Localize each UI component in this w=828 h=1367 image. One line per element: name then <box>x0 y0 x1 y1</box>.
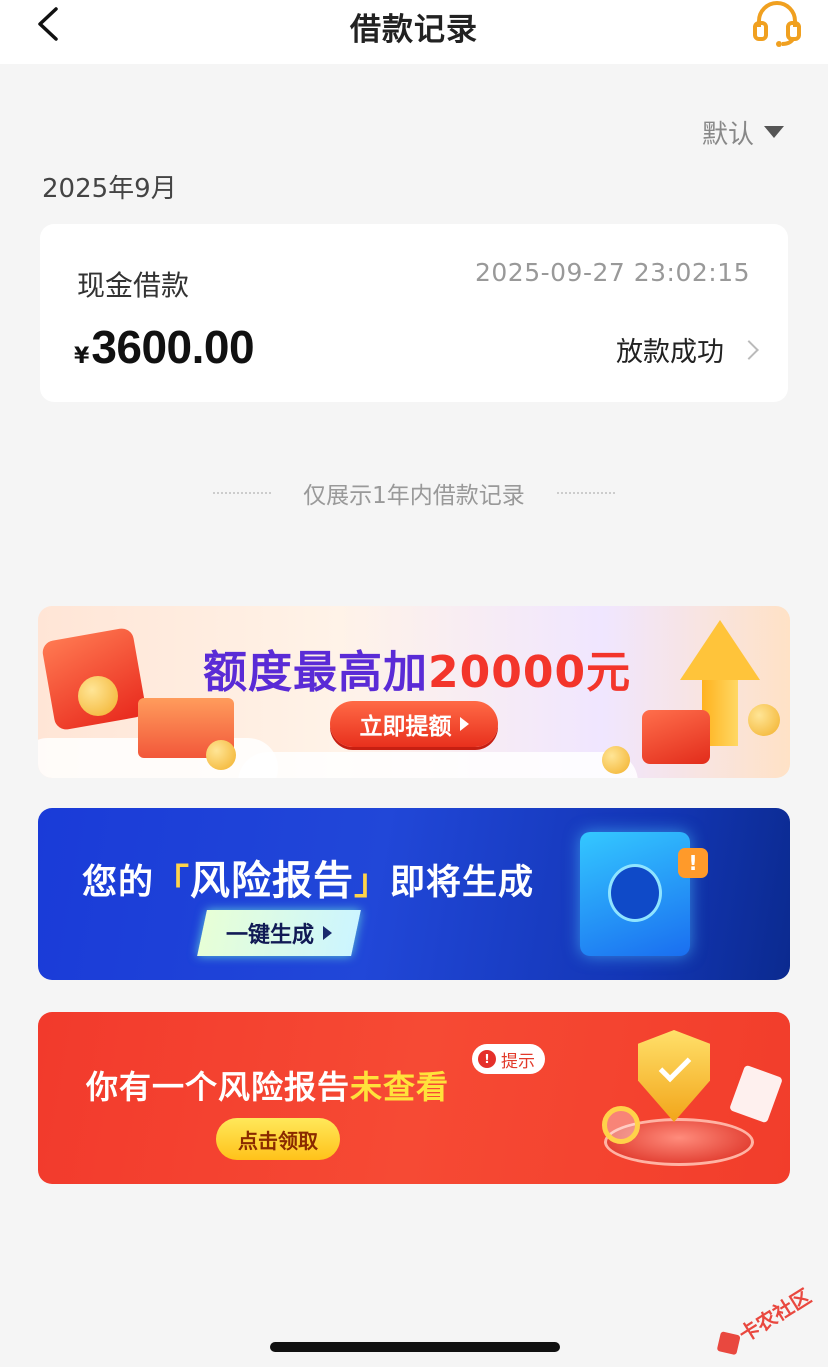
shield-icon <box>608 864 662 922</box>
exclamation-icon: ! <box>478 1050 496 1068</box>
coin-icon <box>206 740 236 770</box>
risk-title-prefix: 您的 <box>82 863 155 903</box>
generate-report-label: 一键生成 <box>226 923 315 948</box>
top-nav-bar: 借款记录 <box>0 0 828 64</box>
loan-timestamp: 2025-09-27 23:02:15 <box>474 258 750 287</box>
notice-text: 仅展示1年内借款记录 <box>303 483 525 509</box>
unviewed-banner-title: 你有一个风险报告未查看 <box>86 1062 449 1108</box>
risk-report-banner[interactable]: 您的「风险报告」即将生成 一键生成 ! <box>38 808 790 980</box>
loan-record-card[interactable]: 现金借款 2025-09-27 23:02:15 ¥ 3600.00 放款成功 <box>40 224 788 402</box>
coin-icon <box>748 704 780 736</box>
play-arrow-icon <box>459 717 469 731</box>
report-document-icon <box>580 832 690 956</box>
loan-amount: ¥ 3600.00 <box>74 320 255 374</box>
tip-badge: ! 提示 <box>472 1044 545 1074</box>
unviewed-title-highlight: 未查看 <box>350 1068 450 1106</box>
raise-limit-label: 立即提额 <box>359 714 452 740</box>
raise-limit-button[interactable]: 立即提额 <box>330 701 498 747</box>
tip-label: 提示 <box>501 1051 535 1072</box>
coin-icon <box>602 746 630 774</box>
credit-banner-title: 额度最高加20000元 <box>203 636 631 700</box>
divider-left <box>213 492 272 494</box>
claim-report-button[interactable]: 点击领取 <box>216 1118 340 1160</box>
credit-title-prefix: 额度最高加 <box>203 647 428 698</box>
status-text: 放款成功 <box>616 337 724 368</box>
magnifier-icon <box>602 1106 640 1144</box>
home-indicator[interactable] <box>270 1342 560 1352</box>
red-envelope-icon <box>642 710 710 764</box>
cloud-decoration <box>238 752 638 778</box>
records-notice: 仅展示1年内借款记录 <box>0 477 828 509</box>
loan-type: 现金借款 <box>77 269 190 302</box>
credit-increase-banner[interactable]: 额度最高加20000元 立即提额 <box>38 606 790 778</box>
chevron-right-icon <box>739 339 759 360</box>
watermark-logo-icon <box>716 1330 741 1355</box>
headset-icon <box>753 1 801 47</box>
risk-title-highlight: 风险报告 <box>190 858 355 904</box>
credit-title-amount: 20000元 <box>428 647 632 698</box>
risk-banner-title: 您的「风险报告」即将生成 <box>82 858 535 904</box>
divider-right <box>556 492 615 494</box>
unviewed-report-banner[interactable]: 你有一个风险报告未查看 ! 提示 点击领取 <box>38 1012 790 1184</box>
amount-value: 3600.00 <box>91 321 255 373</box>
risk-title-suffix: 即将生成 <box>390 863 535 903</box>
coin-icon <box>78 676 118 716</box>
currency-symbol: ¥ <box>74 344 90 369</box>
sort-label: 默认 <box>701 119 754 150</box>
paper-icon <box>728 1064 784 1124</box>
month-header: 2025年9月 <box>42 174 177 204</box>
generate-report-button[interactable]: 一键生成 <box>197 910 361 956</box>
page-title: 借款记录 <box>350 12 478 48</box>
sort-dropdown[interactable]: 默认 <box>702 112 784 152</box>
watermark: 卡农社区 <box>712 1281 816 1361</box>
loan-status: 放款成功 <box>616 330 759 369</box>
caret-down-icon <box>764 126 784 138</box>
up-arrow-head-icon <box>680 620 760 680</box>
watermark-text: 卡农社区 <box>734 1284 816 1347</box>
play-arrow-icon <box>322 926 332 940</box>
unviewed-title-prefix: 你有一个风险报告 <box>86 1068 351 1106</box>
alert-badge: ! <box>678 848 708 878</box>
customer-service-button[interactable] <box>750 0 804 48</box>
